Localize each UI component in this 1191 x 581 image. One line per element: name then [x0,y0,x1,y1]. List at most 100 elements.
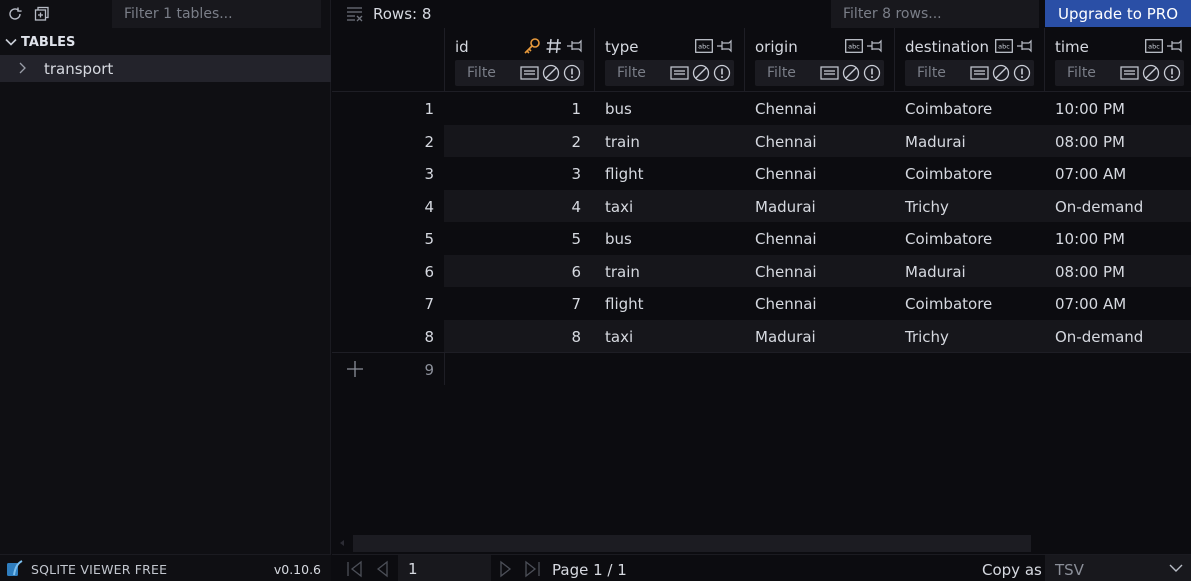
first-page-icon[interactable] [346,560,364,578]
column-header-id[interactable]: id Filte [444,28,594,92]
cell-id[interactable]: 2 [444,133,581,151]
table-row[interactable]: 6 6 train Chennai Madurai 08:00 PM [332,254,1191,287]
cell-id[interactable]: 4 [444,198,581,216]
null-filter-icon[interactable] [542,64,560,82]
warning-circle-icon[interactable] [1013,64,1031,82]
list-filter-icon[interactable] [670,64,689,82]
cell-time[interactable]: 07:00 AM [1055,165,1126,183]
column-filter-destination[interactable]: Filte [905,60,1034,86]
column-header-destination[interactable]: destination abc Filte [894,28,1044,92]
list-filter-icon[interactable] [970,64,989,82]
column-filter-origin[interactable]: Filte [755,60,884,86]
cell-type[interactable]: train [605,263,640,281]
sidebar-item-transport[interactable]: transport [0,55,331,82]
tables-section-header[interactable]: TABLES [0,30,331,54]
cell-destination[interactable]: Coimbatore [905,165,992,183]
table-filter-input[interactable] [112,0,321,28]
list-filter-icon[interactable] [820,64,839,82]
page-number-input[interactable] [398,555,491,581]
cell-time[interactable]: 07:00 AM [1055,295,1126,313]
cell-origin[interactable]: Chennai [755,100,817,118]
horizontal-scrollbar[interactable] [332,535,1191,552]
cell-origin[interactable]: Chennai [755,295,817,313]
cell-time[interactable]: 08:00 PM [1055,263,1125,281]
column-filter-type[interactable]: Filte [605,60,734,86]
cell-type[interactable]: flight [605,295,644,313]
row-filter-input[interactable] [831,0,1039,28]
table-row[interactable]: 3 3 flight Chennai Coimbatore 07:00 AM [332,157,1191,190]
cell-type[interactable]: bus [605,100,632,118]
pagination-bar: Page 1 / 1 Copy as TSV [332,554,1191,581]
svg-text:abc: abc [1148,43,1160,51]
list-filter-icon[interactable] [1120,64,1139,82]
warning-circle-icon[interactable] [713,64,731,82]
cell-destination[interactable]: Coimbatore [905,295,992,313]
null-filter-icon[interactable] [1142,64,1160,82]
cell-origin[interactable]: Chennai [755,165,817,183]
cell-origin[interactable]: Madurai [755,198,816,216]
list-filter-icon[interactable] [520,64,539,82]
null-filter-icon[interactable] [992,64,1010,82]
cell-destination[interactable]: Coimbatore [905,100,992,118]
column-filter-id[interactable]: Filte [455,60,584,86]
pin-icon[interactable] [1016,37,1034,55]
prev-page-icon[interactable] [374,560,392,578]
cell-origin[interactable]: Chennai [755,263,817,281]
warning-circle-icon[interactable] [863,64,881,82]
cell-origin[interactable]: Madurai [755,328,816,346]
table-row[interactable]: 5 5 bus Chennai Coimbatore 10:00 PM [332,222,1191,255]
scrollbar-thumb[interactable] [353,535,1031,552]
last-page-icon[interactable] [523,560,541,578]
next-page-icon[interactable] [496,560,514,578]
cell-origin[interactable]: Chennai [755,230,817,248]
null-filter-icon[interactable] [692,64,710,82]
column-header-type[interactable]: type abc Filte [594,28,744,92]
upgrade-button[interactable]: Upgrade to PRO [1045,0,1191,27]
cell-time[interactable]: 10:00 PM [1055,100,1125,118]
cell-id[interactable]: 8 [444,328,581,346]
clear-rows-icon[interactable] [346,5,364,23]
cell-type[interactable]: train [605,133,640,151]
pin-icon[interactable] [566,37,584,55]
cell-destination[interactable]: Trichy [905,328,949,346]
null-filter-icon[interactable] [842,64,860,82]
cell-destination[interactable]: Madurai [905,263,966,281]
new-row-cells[interactable] [444,353,1191,385]
refresh-icon[interactable] [5,4,25,24]
cell-id[interactable]: 1 [444,100,581,118]
cell-id[interactable]: 5 [444,230,581,248]
cell-type[interactable]: flight [605,165,644,183]
column-header-time[interactable]: time abc Filte [1044,28,1191,92]
cell-time[interactable]: On-demand [1055,198,1143,216]
cell-origin[interactable]: Chennai [755,133,817,151]
cell-id[interactable]: 3 [444,165,581,183]
cell-time[interactable]: 08:00 PM [1055,133,1125,151]
scroll-left-icon[interactable] [340,540,344,546]
cell-destination[interactable]: Trichy [905,198,949,216]
pin-icon[interactable] [1166,37,1184,55]
table-row[interactable]: 1 1 bus Chennai Coimbatore 10:00 PM [332,92,1191,125]
table-row[interactable]: 7 7 flight Chennai Coimbatore 07:00 AM [332,287,1191,320]
table-row[interactable]: 4 4 taxi Madurai Trichy On-demand [332,189,1191,222]
column-filter-time[interactable]: Filte [1055,60,1184,86]
warning-circle-icon[interactable] [1163,64,1181,82]
cell-id[interactable]: 6 [444,263,581,281]
warning-circle-icon[interactable] [563,64,581,82]
copy-format-select[interactable]: TSV [1045,555,1191,581]
column-header-origin[interactable]: origin abc Filte [744,28,894,92]
cell-time[interactable]: On-demand [1055,328,1143,346]
add-table-icon[interactable] [32,4,52,24]
table-row[interactable]: 8 8 taxi Madurai Trichy On-demand [332,319,1191,352]
cell-time[interactable]: 10:00 PM [1055,230,1125,248]
pin-icon[interactable] [716,37,734,55]
cell-type[interactable]: bus [605,230,632,248]
cell-destination[interactable]: Coimbatore [905,230,992,248]
cell-type[interactable]: taxi [605,328,633,346]
pin-icon[interactable] [866,37,884,55]
new-row[interactable]: 9 [332,352,1191,385]
cell-type[interactable]: taxi [605,198,633,216]
cell-destination[interactable]: Madurai [905,133,966,151]
cell-id[interactable]: 7 [444,295,581,313]
table-row[interactable]: 2 2 train Chennai Madurai 08:00 PM [332,124,1191,157]
copy-as-label: Copy as [982,561,1042,579]
